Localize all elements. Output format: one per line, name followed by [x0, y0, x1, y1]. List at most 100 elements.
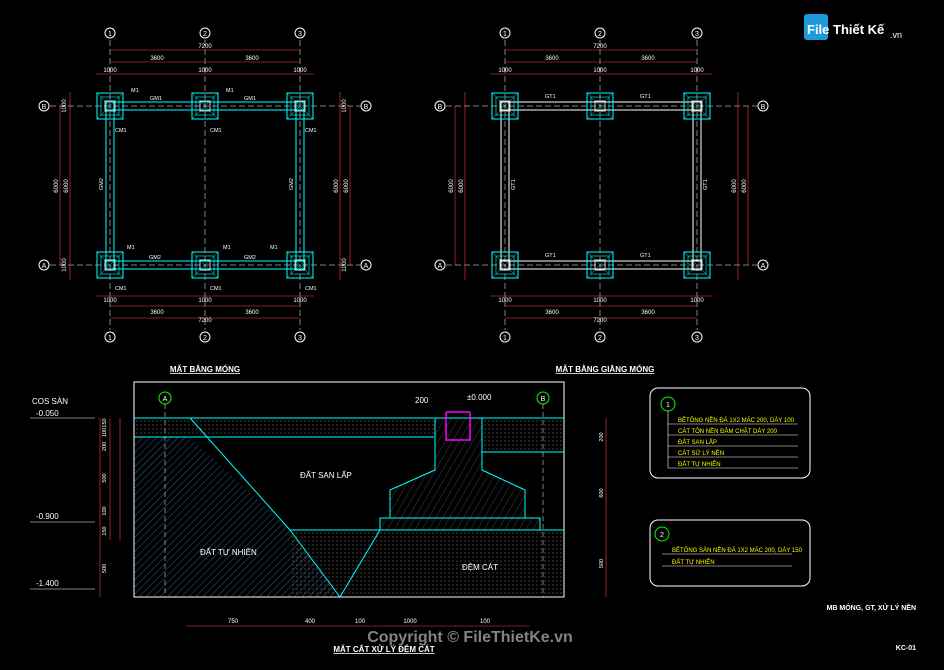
- dim-text: 6000: [334, 179, 340, 193]
- axis-label: 3: [695, 335, 699, 342]
- footing-base: [379, 517, 541, 531]
- ground-beams: [500, 101, 702, 270]
- axis-label: B: [42, 104, 47, 111]
- label-gt1: GT1: [545, 253, 556, 259]
- slab-layer: [134, 418, 434, 438]
- legend-line: ĐẤT SAN LẤP: [678, 439, 717, 446]
- level-2: -0.900: [36, 512, 59, 521]
- dim-text: 6000: [64, 179, 70, 193]
- dim-text: 200: [599, 432, 605, 441]
- legend-lines: BÊTÔNG SÀN NỀN ĐÁ 1X2 MÁC 200, DÀY 150 ĐẤ…: [662, 546, 803, 567]
- dim-text: 6000: [459, 179, 465, 193]
- axis-label: B: [364, 104, 369, 111]
- axis-label: 3: [298, 335, 302, 342]
- legend-line: CÁT SỬ LÝ NỀN: [678, 450, 724, 457]
- legend-1: 1 BÊTÔNG NỀN ĐÁ 1X2 MÁC 200, DÀY 100 CÁT …: [649, 387, 811, 479]
- dim-text: 400: [305, 619, 316, 625]
- axis-label: A: [364, 263, 369, 270]
- legend-lines: BÊTÔNG NỀN ĐÁ 1X2 MÁC 200, DÀY 100 CÁT TÔ…: [668, 416, 798, 469]
- axis-markers-bottom: 1 2 3: [104, 331, 306, 343]
- level-3: -1.400: [36, 579, 59, 588]
- label-m1: M1: [131, 88, 139, 94]
- label-gt1: GT1: [640, 253, 651, 259]
- dim-text: 1000: [103, 68, 117, 74]
- axis-label: 1: [108, 335, 112, 342]
- legend-line: ĐẤT TỰ NHIÊN: [672, 558, 715, 566]
- label-gm2: GM2: [149, 255, 161, 261]
- dim-text: 150: [102, 418, 108, 427]
- foundation-plan: 1 2 3 1 2 3 B A B A 7200 3600 3600 1000 …: [38, 27, 372, 374]
- drawing-svg: 1 2 3 1 2 3 B A B A 7200 3600 3600 1000 …: [30, 27, 916, 654]
- dim-text: 1000: [498, 68, 512, 74]
- axis-label: A: [42, 263, 47, 270]
- footing: [96, 251, 124, 279]
- label-gt1: GT1: [545, 94, 556, 100]
- footing: [586, 92, 614, 120]
- label-fill-soil: ĐẤT SAN LẤP: [300, 470, 352, 480]
- footing: [286, 251, 314, 279]
- dim-text: 500: [102, 564, 108, 573]
- dim-text: 1000: [62, 99, 68, 113]
- dim-text: 3600: [150, 56, 164, 62]
- dim-text: 1000: [293, 298, 307, 304]
- label-cm1: CM1: [115, 286, 127, 292]
- axis-label: B: [761, 104, 766, 111]
- axis-label: B: [438, 104, 443, 111]
- dim-text: 1000: [593, 68, 607, 74]
- dim-text: 1000: [62, 258, 68, 272]
- legend-tag: 2: [660, 532, 664, 539]
- dim-text: 500: [102, 473, 108, 482]
- axis-markers-top: 1 2 3: [499, 27, 703, 39]
- axis-label: 2: [598, 335, 602, 342]
- dim-text: 7200: [198, 44, 212, 50]
- dim-text: 3600: [545, 56, 559, 62]
- dim-text: 600: [599, 488, 605, 497]
- axis-label: 1: [503, 31, 507, 38]
- level-1: -0.050: [36, 409, 59, 418]
- legend-line: ĐẤT TỰ NHIÊN: [678, 460, 721, 468]
- label-gm2: GM2: [289, 178, 295, 190]
- label-gt1: GT1: [640, 94, 651, 100]
- dim-text: 100: [355, 619, 366, 625]
- label-zero-level: ±0.000: [467, 393, 492, 402]
- dim-text: 1000: [690, 68, 704, 74]
- dim-text: 3600: [245, 310, 259, 316]
- dim-text: 1000: [690, 298, 704, 304]
- dim-text: 1000: [103, 298, 117, 304]
- footing: [191, 251, 219, 279]
- label-gm2: GM2: [99, 178, 105, 190]
- footing: [683, 251, 711, 279]
- plan-title: MẶT BẰNG GIẰNG MÓNG: [556, 365, 655, 374]
- copyright-watermark: Copyright © FileThietKe.vn: [367, 629, 573, 646]
- axis-label: 3: [695, 31, 699, 38]
- dim-text: 100: [480, 619, 491, 625]
- label-cm1: CM1: [305, 128, 317, 134]
- dim-text: 100: [102, 506, 108, 515]
- legend-line: CÁT TÔN NỀN ĐẦM CHẶT DÀY 200: [678, 428, 778, 435]
- level-markers: [30, 417, 95, 590]
- dim-text: 150: [102, 526, 108, 535]
- dim-text: 1000: [593, 298, 607, 304]
- label-m1: M1: [226, 88, 234, 94]
- legend-line: BÊTÔNG SÀN NỀN ĐÁ 1X2 MÁC 200, DÀY 150: [672, 546, 803, 554]
- footing: [586, 251, 614, 279]
- axis-label: 2: [203, 335, 207, 342]
- legend-tag: 1: [666, 402, 670, 409]
- label-cm1: CM1: [210, 286, 222, 292]
- label-cos-san: COS SÀN: [32, 397, 68, 406]
- ground-beam-plan: 1 2 3 1 2 3 B A B A 7200 3600 3600 1000 …: [434, 27, 769, 374]
- footings: [491, 92, 711, 279]
- dim-text: 7200: [593, 318, 607, 324]
- label-gt1: GT1: [511, 179, 517, 190]
- axis-label: A: [163, 396, 168, 403]
- axis-label: A: [761, 263, 766, 270]
- axis-label: 2: [598, 31, 602, 38]
- dim-text: 3600: [245, 56, 259, 62]
- dim-text: 7200: [593, 44, 607, 50]
- dim-text: 1000: [498, 298, 512, 304]
- section-title: MẶT CẮT XỬ LÝ ĐỆM CÁT: [333, 645, 434, 654]
- dim-text: 3600: [641, 56, 655, 62]
- label-cm1: CM1: [305, 286, 317, 292]
- footing: [683, 92, 711, 120]
- dim-text: 1000: [342, 99, 348, 113]
